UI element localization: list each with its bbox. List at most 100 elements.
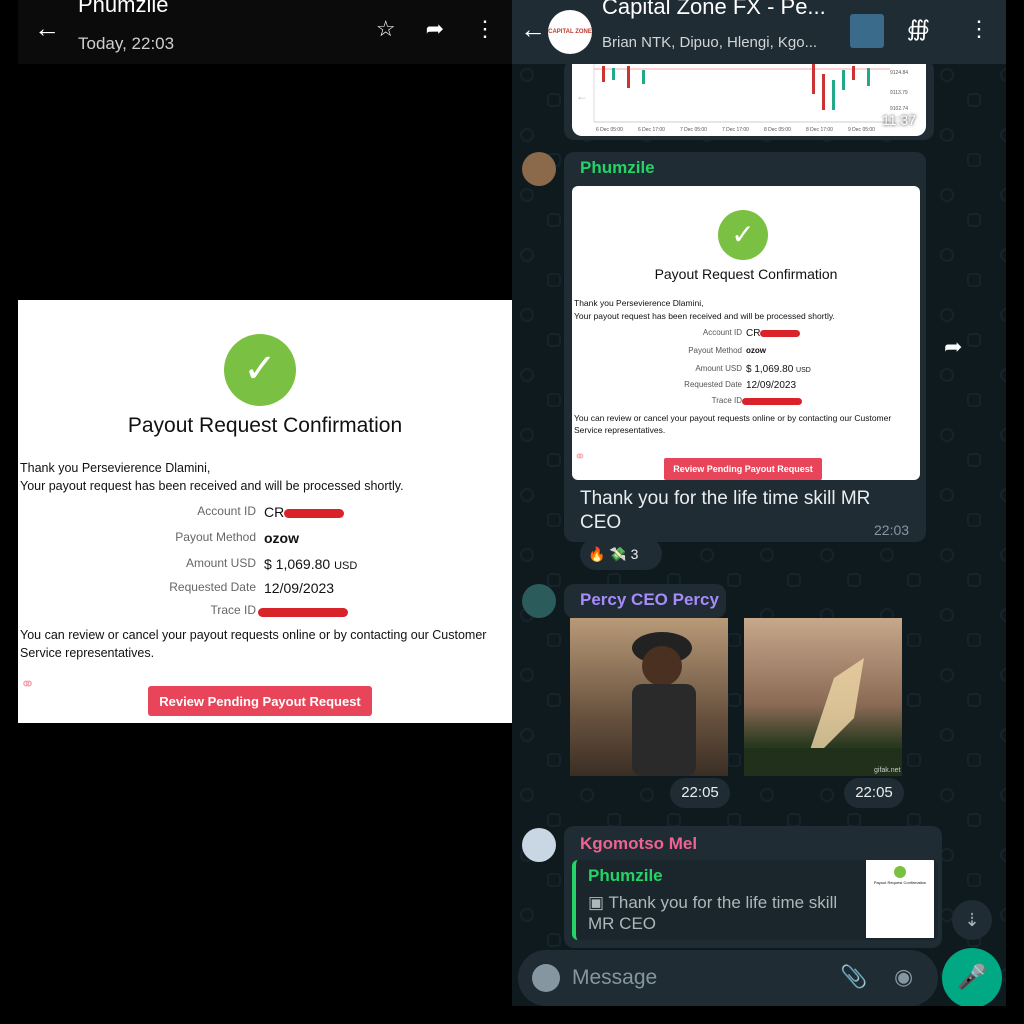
screenshot-root: ← Phumzile Today, 22:03 ☆ ➦ ⋮ ✓ Payout R…	[0, 0, 1024, 1024]
fire-icon: 🔥	[588, 546, 606, 562]
received-line: Your payout request has been received an…	[20, 479, 404, 493]
gif-image-boy[interactable]	[570, 618, 728, 776]
link-icon: ⚭	[574, 448, 586, 464]
sender-name[interactable]: Kgomotso Mel	[580, 834, 697, 854]
row-value: $ 1,069.80 USD	[264, 556, 358, 572]
forward-icon[interactable]: ➦	[944, 334, 962, 360]
group-title[interactable]: Capital Zone FX - Pe...	[602, 0, 826, 20]
checkmark-icon: ✓	[224, 334, 296, 406]
camera-icon[interactable]: ◉	[894, 964, 913, 990]
viewer-title: Phumzile	[78, 0, 169, 17]
row-value: 12/09/2023	[264, 580, 335, 596]
date-label: 7 Dec 05:00	[680, 127, 707, 133]
photo-icon: ▣	[588, 893, 609, 912]
date-label: 6 Dec 05:00	[596, 127, 623, 133]
date-label: 9 Dec 05:00	[848, 127, 875, 133]
footer-text: You can review or cancel your payout req…	[574, 413, 892, 435]
viewer-header: ← Phumzile Today, 22:03 ☆ ➦ ⋮	[18, 0, 512, 64]
link-icon: ⚭	[20, 674, 36, 694]
message-time: 22:05	[844, 778, 904, 808]
message-reactions[interactable]: 🔥 💸 3	[580, 538, 662, 570]
thank-you-line: Thank you Persevierence Dlamini,	[20, 461, 211, 475]
sender-avatar[interactable]	[522, 828, 556, 862]
star-icon[interactable]: ☆	[376, 16, 396, 42]
review-pending-button: Review Pending Payout Request	[664, 458, 822, 480]
message-time: 22:05	[670, 778, 730, 808]
received-line: Your payout request has been received an…	[574, 311, 835, 321]
emoji-icon[interactable]	[532, 964, 560, 992]
sender-name[interactable]: Percy CEO Percy	[580, 590, 719, 610]
candles	[602, 64, 870, 110]
redaction-mark	[760, 329, 801, 337]
quoted-sender: Phumzile	[588, 866, 663, 885]
redaction-mark	[258, 607, 348, 617]
row-value: 12/09/2023	[746, 380, 797, 391]
attach-icon[interactable]: 📎	[840, 964, 867, 990]
row-key: Trace ID	[210, 603, 256, 617]
boy-figure	[632, 632, 696, 776]
row-key: Amount USD	[695, 364, 742, 373]
net-scene: gifak.net	[744, 658, 902, 776]
chat-window: ← CAPITAL ZONE Capital Zone FX - Pe... B…	[512, 0, 1006, 1006]
row-value	[742, 396, 802, 407]
group-avatar[interactable]: CAPITAL ZONE	[548, 10, 592, 54]
row-key: Requested Date	[169, 580, 256, 594]
payout-confirmation-image: ✓ Payout Request Confirmation Thank you …	[18, 300, 512, 723]
sender-name[interactable]: Phumzile	[580, 158, 655, 178]
quoted-text: ▣ Thank you for the life time skill MR C…	[588, 893, 838, 933]
payout-image-attachment[interactable]: ✓ Payout Request Confirmation Thank you …	[572, 186, 920, 480]
money-icon: 💸	[609, 546, 627, 562]
chart-back-arrow-icon: ←	[576, 89, 588, 103]
row-key: Trace ID	[711, 396, 742, 405]
chat-header: ← CAPITAL ZONE Capital Zone FX - Pe... B…	[512, 0, 1006, 64]
scroll-down-icon[interactable]: ⇣	[952, 900, 992, 940]
date-label: 6 Dec 17:00	[638, 127, 665, 133]
checkmark-icon: ✓	[718, 210, 768, 260]
sender-avatar[interactable]	[522, 152, 556, 186]
header-thumbnail[interactable]	[850, 14, 884, 48]
row-value: CR	[746, 328, 801, 339]
price-label: 9113.79	[890, 90, 908, 96]
row-key: Requested Date	[684, 380, 742, 389]
reaction-count: 3	[630, 546, 639, 562]
row-key: Account ID	[702, 328, 742, 337]
more-vertical-icon[interactable]: ⋮	[968, 16, 990, 42]
quoted-message[interactable]: Phumzile ▣ Thank you for the life time s…	[572, 860, 938, 940]
payout-title: Payout Request Confirmation	[127, 414, 403, 437]
more-vertical-icon[interactable]: ⋮	[474, 16, 496, 42]
row-value	[258, 603, 348, 619]
viewer-actions: ☆ ➦ ⋮	[376, 16, 496, 42]
sender-avatar[interactable]	[522, 584, 556, 618]
payout-title: Payout Request Confirmation	[654, 266, 838, 282]
date-label: 8 Dec 05:00	[764, 127, 791, 133]
trading-chart-image[interactable]: ← 9124.84 9113.79 9102.74 6 Dec 05:00 6 …	[572, 64, 926, 136]
viewer-subtitle: Today, 22:03	[78, 34, 175, 53]
forward-icon[interactable]: ➦	[426, 16, 444, 42]
row-key: Payout Method	[688, 346, 742, 355]
redaction-mark	[742, 397, 802, 405]
row-value: CR	[264, 504, 345, 520]
message-input[interactable]: Message	[572, 966, 657, 990]
row-value: $ 1,069.80 USD	[746, 364, 811, 375]
date-label: 8 Dec 17:00	[806, 127, 833, 133]
message-text: Thank you for the life time skill MR CEO	[580, 488, 871, 533]
row-key: Account ID	[197, 504, 256, 518]
voice-wave-icon[interactable]: ∰	[907, 16, 930, 42]
candlestick-chart: ← 9124.84 9113.79 9102.74 6 Dec 05:00 6 …	[576, 64, 908, 133]
quoted-thumbnail: Payout Request Confirmation	[866, 860, 934, 938]
message-time: 22:03	[874, 522, 910, 538]
back-arrow-icon[interactable]: ←	[520, 14, 546, 45]
microphone-icon[interactable]: 🎤	[942, 948, 1002, 1006]
date-label: 7 Dec 17:00	[722, 127, 749, 133]
row-key: Amount USD	[185, 556, 256, 570]
group-members[interactable]: Brian NTK, Dipuo, Hlengi, Kgo...	[602, 34, 817, 51]
back-arrow-icon[interactable]: ←	[34, 14, 62, 42]
ozow-logo: ozow	[264, 530, 299, 546]
review-pending-button[interactable]: Review Pending Payout Request	[148, 686, 372, 716]
price-label: 9124.84	[890, 70, 908, 76]
header-actions: ∰ ⋮	[907, 16, 990, 42]
redaction-mark	[284, 508, 345, 518]
gif-watermark: gifak.net	[874, 767, 901, 774]
ozow-logo: ozow	[746, 346, 766, 355]
gif-image-net[interactable]: gifak.net	[744, 618, 902, 776]
